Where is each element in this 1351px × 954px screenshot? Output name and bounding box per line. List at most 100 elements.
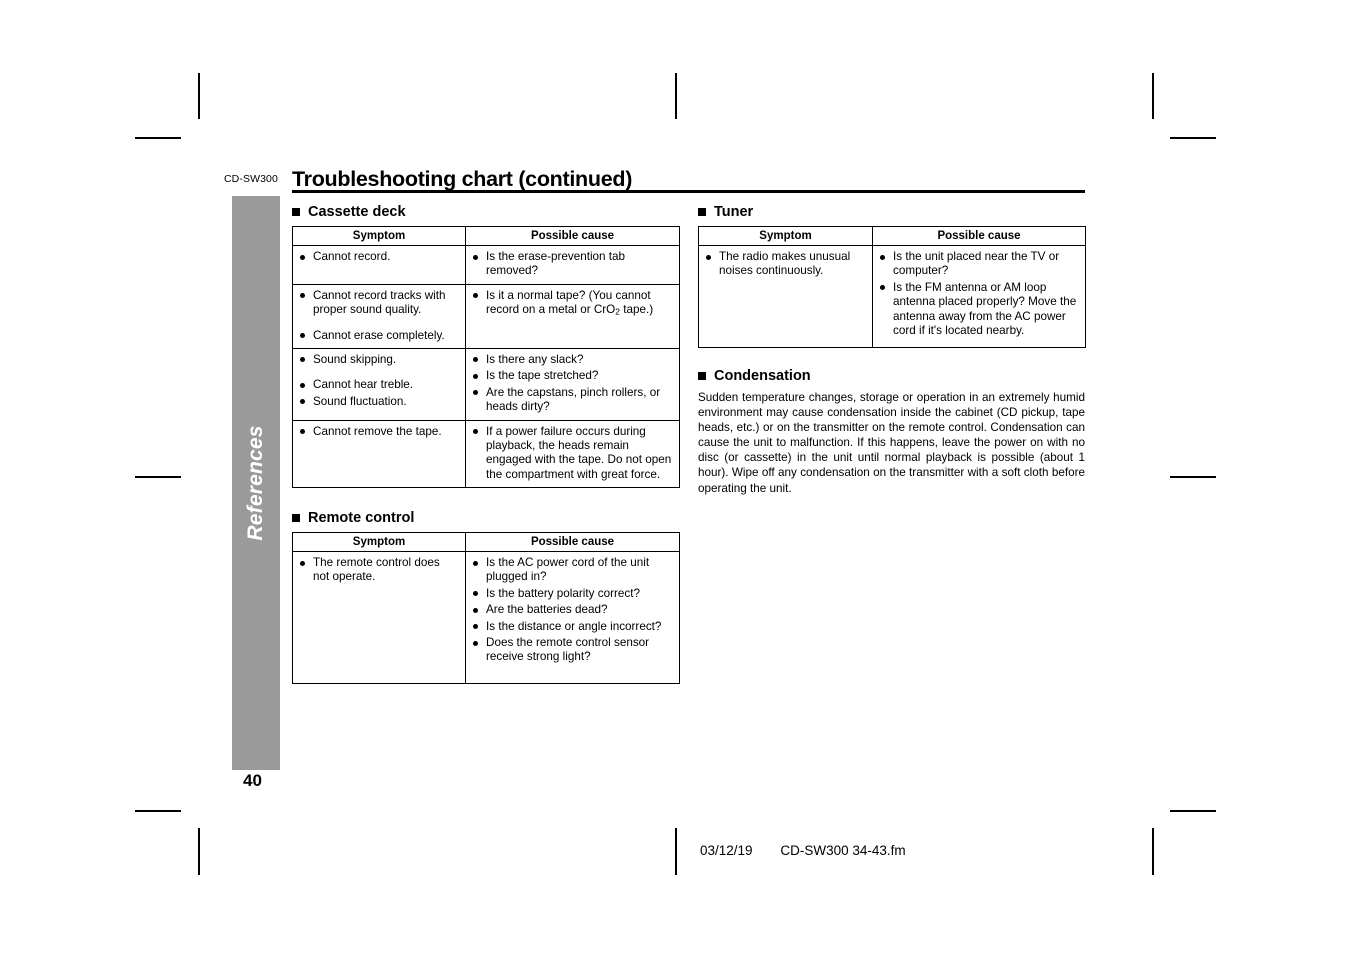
right-column: Tuner Symptom Possible cause The radio m… xyxy=(698,204,1086,496)
symptom-cell: Cannot record tracks with proper sound q… xyxy=(292,283,466,349)
symptom-cell: Sound skipping. Cannot hear treble. Soun… xyxy=(292,347,466,421)
list-item-text: Is the tape stretched? xyxy=(486,369,599,383)
bullet-icon xyxy=(473,373,478,379)
bullet-icon xyxy=(473,254,478,260)
column-header-symptom: Symptom xyxy=(292,532,466,553)
condensation-block: Condensation Sudden temperature changes,… xyxy=(698,368,1085,496)
section-heading-label: Condensation xyxy=(714,368,811,384)
table-row: Sound skipping. Cannot hear treble. Soun… xyxy=(292,347,680,421)
bullet-icon xyxy=(473,390,478,396)
bullet-icon xyxy=(473,429,478,435)
list-item-text: Are the capstans, pinch rollers, or head… xyxy=(486,385,661,414)
square-bullet-icon xyxy=(292,208,300,216)
bullet-icon xyxy=(473,293,478,299)
list-item-text: Cannot record tracks with proper sound q… xyxy=(313,288,446,317)
table-cassette-deck: Symptom Possible cause Cannot record. Is… xyxy=(292,226,680,489)
square-bullet-icon xyxy=(292,514,300,523)
bullet-icon xyxy=(300,357,305,363)
list-item-text: Is the FM antenna or AM loop antenna pla… xyxy=(893,280,1077,337)
list-item: Is there any slack? xyxy=(472,353,673,367)
bullet-icon xyxy=(473,591,478,597)
column-header-possible-cause: Possible cause xyxy=(465,226,680,246)
list-item: Is the tape stretched? xyxy=(472,369,673,383)
section-heading-label: Cassette deck xyxy=(308,204,406,220)
section-heading-tuner: Tuner xyxy=(698,204,1085,220)
list-item-text: Is it a normal tape? (You cannot record … xyxy=(486,288,654,317)
bullet-icon xyxy=(706,254,711,260)
list-item-text: Cannot remove the tape. xyxy=(313,424,442,438)
column-header-possible-cause: Possible cause xyxy=(465,532,680,553)
crop-mark-top-right-vertical xyxy=(1152,73,1154,119)
left-column: Cassette deck Symptom Possible cause Can… xyxy=(292,204,680,685)
list-item-text: Sound skipping. xyxy=(313,352,397,366)
list-item-text: If a power failure occurs during playbac… xyxy=(486,424,672,481)
crop-mark-top-center-vertical xyxy=(675,73,677,119)
table-row: The remote control does not operate. Is … xyxy=(292,551,680,685)
bullet-icon xyxy=(300,429,305,435)
page-sheet: CD-SW300 Troubleshooting chart (continue… xyxy=(0,0,1351,954)
page-number: 40 xyxy=(243,771,262,790)
crop-mark-top-right-horizontal xyxy=(1170,137,1216,139)
page-title: Troubleshooting chart (continued) xyxy=(292,167,633,191)
list-item: Is the distance or angle incorrect? xyxy=(472,620,673,634)
list-item-text: Is there any slack? xyxy=(486,352,584,366)
symptom-cell: The radio makes unusual noises continuou… xyxy=(698,245,873,348)
table-header-row: Symptom Possible cause xyxy=(292,532,680,553)
footer-filename: CD-SW300 34-43.fm xyxy=(780,843,906,858)
cause-cell: If a power failure occurs during playbac… xyxy=(465,419,680,489)
list-item: Are the batteries dead? xyxy=(472,603,673,617)
table-row: Cannot remove the tape. If a power failu… xyxy=(292,419,680,489)
list-item: Is it a normal tape? (You cannot record … xyxy=(472,289,673,318)
bullet-icon xyxy=(880,285,885,291)
title-rule xyxy=(292,190,1085,193)
list-item-text: Is the unit placed near the TV or comput… xyxy=(893,250,1060,278)
list-item: Cannot remove the tape. xyxy=(299,425,459,439)
bullet-icon xyxy=(473,560,478,566)
condensation-body-text: Sudden temperature changes, storage or o… xyxy=(698,391,1085,495)
section-heading-label: Remote control xyxy=(308,510,415,527)
bullet-icon xyxy=(300,293,305,299)
bullet-icon xyxy=(300,382,305,388)
table-tuner: Symptom Possible cause The radio makes u… xyxy=(698,226,1086,348)
list-item-text: Is the battery polarity correct? xyxy=(486,586,640,600)
list-item: Cannot erase completely. xyxy=(299,329,459,343)
crop-mark-bottom-left-vertical xyxy=(198,828,200,875)
section-heading-label: Tuner xyxy=(714,204,754,220)
crop-mark-top-left-horizontal xyxy=(135,137,181,139)
crop-mark-bottom-left-horizontal xyxy=(135,810,181,812)
list-item: Is the unit placed near the TV or comput… xyxy=(879,250,1079,279)
list-item-text: Does the remote control sensor receive s… xyxy=(486,636,650,664)
list-item: Are the capstans, pinch rollers, or head… xyxy=(472,386,673,415)
cause-cell: Is the AC power cord of the unit plugged… xyxy=(465,551,680,685)
cause-cell: Is it a normal tape? (You cannot record … xyxy=(465,283,680,349)
list-item-text: The remote control does not operate. xyxy=(313,556,440,584)
square-bullet-icon xyxy=(698,372,706,380)
bullet-icon xyxy=(300,254,305,260)
column-header-symptom: Symptom xyxy=(292,226,466,246)
cause-cell: Is there any slack? Is the tape stretche… xyxy=(465,347,680,421)
symptom-cell: The remote control does not operate. xyxy=(292,551,466,685)
table-row: Cannot record tracks with proper sound q… xyxy=(292,283,680,349)
list-item: If a power failure occurs during playbac… xyxy=(472,425,673,483)
footer-divider xyxy=(675,828,677,875)
cause-cell: Is the erase-prevention tab removed? xyxy=(465,245,680,285)
list-item: Is the erase-prevention tab removed? xyxy=(472,250,673,279)
bullet-icon xyxy=(300,333,305,339)
list-item: Sound skipping. xyxy=(299,353,459,367)
section-heading-cassette-deck: Cassette deck xyxy=(292,204,679,220)
column-header-symptom: Symptom xyxy=(698,226,873,246)
list-item-text: The radio makes unusual noises continuou… xyxy=(719,250,851,278)
bullet-icon xyxy=(473,357,478,363)
footer-date: 03/12/19 xyxy=(700,843,753,858)
list-item: The remote control does not operate. xyxy=(299,556,459,585)
bullet-icon xyxy=(473,607,478,613)
list-item: The radio makes unusual noises continuou… xyxy=(705,250,866,279)
list-item-text: Sound fluctuation. xyxy=(313,394,407,408)
bullet-icon xyxy=(300,560,305,566)
list-item-text: Cannot hear treble. xyxy=(313,378,414,392)
list-item-text: Are the batteries dead? xyxy=(486,603,608,617)
table-row: The radio makes unusual noises continuou… xyxy=(698,245,1086,348)
bullet-icon xyxy=(300,399,305,405)
crop-mark-mid-right-horizontal xyxy=(1170,476,1216,478)
footer: 03/12/19 CD-SW300 34-43.fm xyxy=(700,843,906,858)
